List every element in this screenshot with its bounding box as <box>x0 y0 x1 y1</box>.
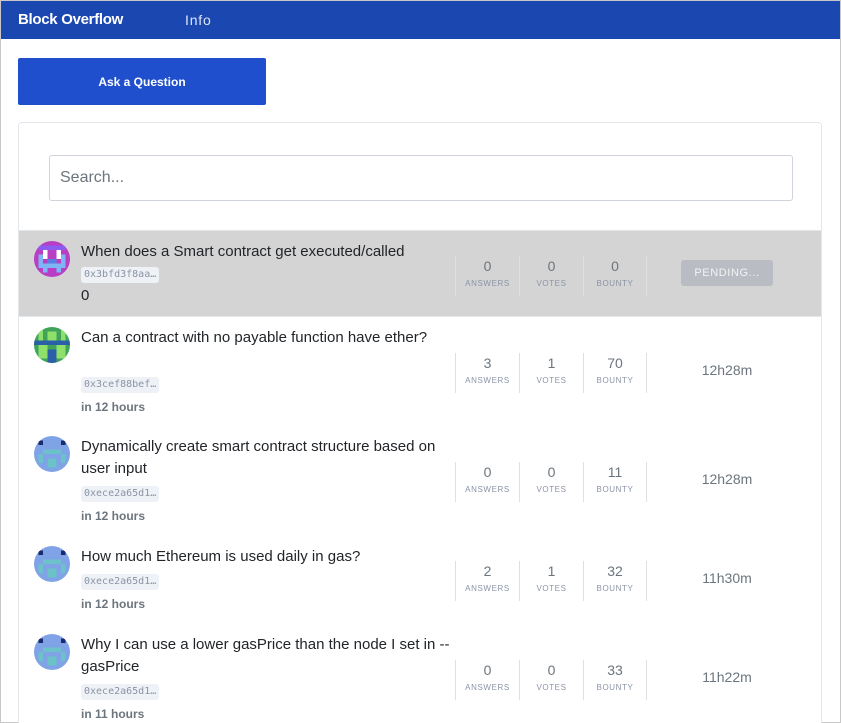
votes-stat: 1 VOTES <box>519 561 583 601</box>
question-row[interactable]: When does a Smart contract get executed/… <box>19 230 821 316</box>
votes-stat: 0 VOTES <box>519 256 583 296</box>
votes-count: 0 <box>547 464 556 480</box>
pending-status-badge: PENDING... <box>681 260 773 286</box>
navbar: Block Overflow Info <box>1 1 840 39</box>
answers-label: ANSWERS <box>465 584 510 593</box>
question-timestamp: in 12 hours <box>81 597 146 611</box>
votes-label: VOTES <box>536 485 567 494</box>
author-address[interactable]: 0xece2a65d1… <box>81 486 160 502</box>
question-row[interactable]: Dynamically create smart contract struct… <box>19 426 821 536</box>
question-stats: 2 ANSWERS 1 VOTES 32 BOUNTY <box>455 561 647 601</box>
author-address[interactable]: 0x3bfd3f8aa… <box>81 267 160 283</box>
answers-stat: 3 ANSWERS <box>455 353 519 393</box>
bounty-amount: 33 <box>607 662 623 678</box>
question-timestamp: in 12 hours <box>81 400 146 414</box>
question-sub: 0 <box>81 287 90 304</box>
search-input[interactable] <box>49 155 793 201</box>
votes-count: 1 <box>547 563 556 579</box>
questions-card: When does a Smart contract get executed/… <box>18 122 822 723</box>
time-remaining: 11h30m <box>702 570 752 586</box>
votes-stat: 0 VOTES <box>519 660 583 700</box>
question-row[interactable]: Why I can use a lower gasPrice than the … <box>19 624 821 723</box>
bounty-stat: 32 BOUNTY <box>583 561 647 601</box>
answers-stat: 0 ANSWERS <box>455 256 519 296</box>
votes-count: 0 <box>547 662 556 678</box>
question-stats: 3 ANSWERS 1 VOTES 70 BOUNTY <box>455 353 647 393</box>
answers-label: ANSWERS <box>465 683 510 692</box>
nav-link-info[interactable]: Info <box>185 12 212 28</box>
question-stats: 0 ANSWERS 0 VOTES 33 BOUNTY <box>455 660 647 700</box>
avatar-identicon-icon <box>34 546 70 582</box>
votes-label: VOTES <box>536 683 567 692</box>
votes-stat: 1 VOTES <box>519 353 583 393</box>
avatar-identicon-icon <box>34 241 70 277</box>
bounty-amount: 32 <box>607 563 623 579</box>
question-title[interactable]: Can a contract with no payable function … <box>81 327 461 349</box>
question-timestamp: in 11 hours <box>81 707 145 721</box>
answers-label: ANSWERS <box>465 485 510 494</box>
question-title[interactable]: Why I can use a lower gasPrice than the … <box>81 634 461 678</box>
avatar-identicon-icon <box>34 436 70 472</box>
bounty-label: BOUNTY <box>596 485 634 494</box>
time-remaining: 12h28m <box>701 471 753 487</box>
question-stats: 0 ANSWERS 0 VOTES 0 BOUNTY <box>455 256 647 296</box>
question-stats: 0 ANSWERS 0 VOTES 11 BOUNTY <box>455 462 647 502</box>
answers-stat: 0 ANSWERS <box>455 660 519 700</box>
avatar-identicon-icon <box>34 327 70 363</box>
bounty-amount: 0 <box>611 258 619 274</box>
time-remaining: 12h28m <box>701 362 753 378</box>
question-title[interactable]: How much Ethereum is used daily in gas? <box>81 546 461 568</box>
answers-count: 3 <box>483 355 492 371</box>
answers-count: 0 <box>483 464 492 480</box>
bounty-stat: 11 BOUNTY <box>583 462 647 502</box>
question-row[interactable]: Can a contract with no payable function … <box>19 316 821 426</box>
author-address[interactable]: 0xece2a65d1… <box>81 574 160 590</box>
answers-count: 0 <box>483 662 492 678</box>
answers-count: 0 <box>483 258 492 274</box>
bounty-label: BOUNTY <box>596 584 634 593</box>
ask-question-button[interactable]: Ask a Question <box>18 58 266 105</box>
answers-count: 2 <box>483 563 492 579</box>
brand-logo[interactable]: Block Overflow <box>18 11 123 28</box>
question-row[interactable]: How much Ethereum is used daily in gas? … <box>19 536 821 624</box>
votes-label: VOTES <box>536 376 567 385</box>
votes-label: VOTES <box>536 584 567 593</box>
bounty-label: BOUNTY <box>596 376 634 385</box>
votes-label: VOTES <box>536 279 567 288</box>
votes-stat: 0 VOTES <box>519 462 583 502</box>
votes-count: 1 <box>547 355 556 371</box>
bounty-amount: 70 <box>607 355 623 371</box>
bounty-stat: 70 BOUNTY <box>583 353 647 393</box>
question-title[interactable]: Dynamically create smart contract struct… <box>81 436 461 480</box>
bounty-stat: 33 BOUNTY <box>583 660 647 700</box>
question-title[interactable]: When does a Smart contract get executed/… <box>81 241 461 263</box>
answers-stat: 0 ANSWERS <box>455 462 519 502</box>
bounty-label: BOUNTY <box>596 683 634 692</box>
author-address[interactable]: 0x3cef88bef… <box>81 377 160 393</box>
bounty-stat: 0 BOUNTY <box>583 256 647 296</box>
avatar-identicon-icon <box>34 634 70 670</box>
time-remaining: 11h22m <box>702 669 752 685</box>
votes-count: 0 <box>547 258 556 274</box>
answers-label: ANSWERS <box>465 279 510 288</box>
answers-label: ANSWERS <box>465 376 510 385</box>
question-timestamp: in 12 hours <box>81 509 146 523</box>
bounty-label: BOUNTY <box>596 279 634 288</box>
answers-stat: 2 ANSWERS <box>455 561 519 601</box>
author-address[interactable]: 0xece2a65d1… <box>81 684 160 700</box>
bounty-amount: 11 <box>607 464 623 480</box>
